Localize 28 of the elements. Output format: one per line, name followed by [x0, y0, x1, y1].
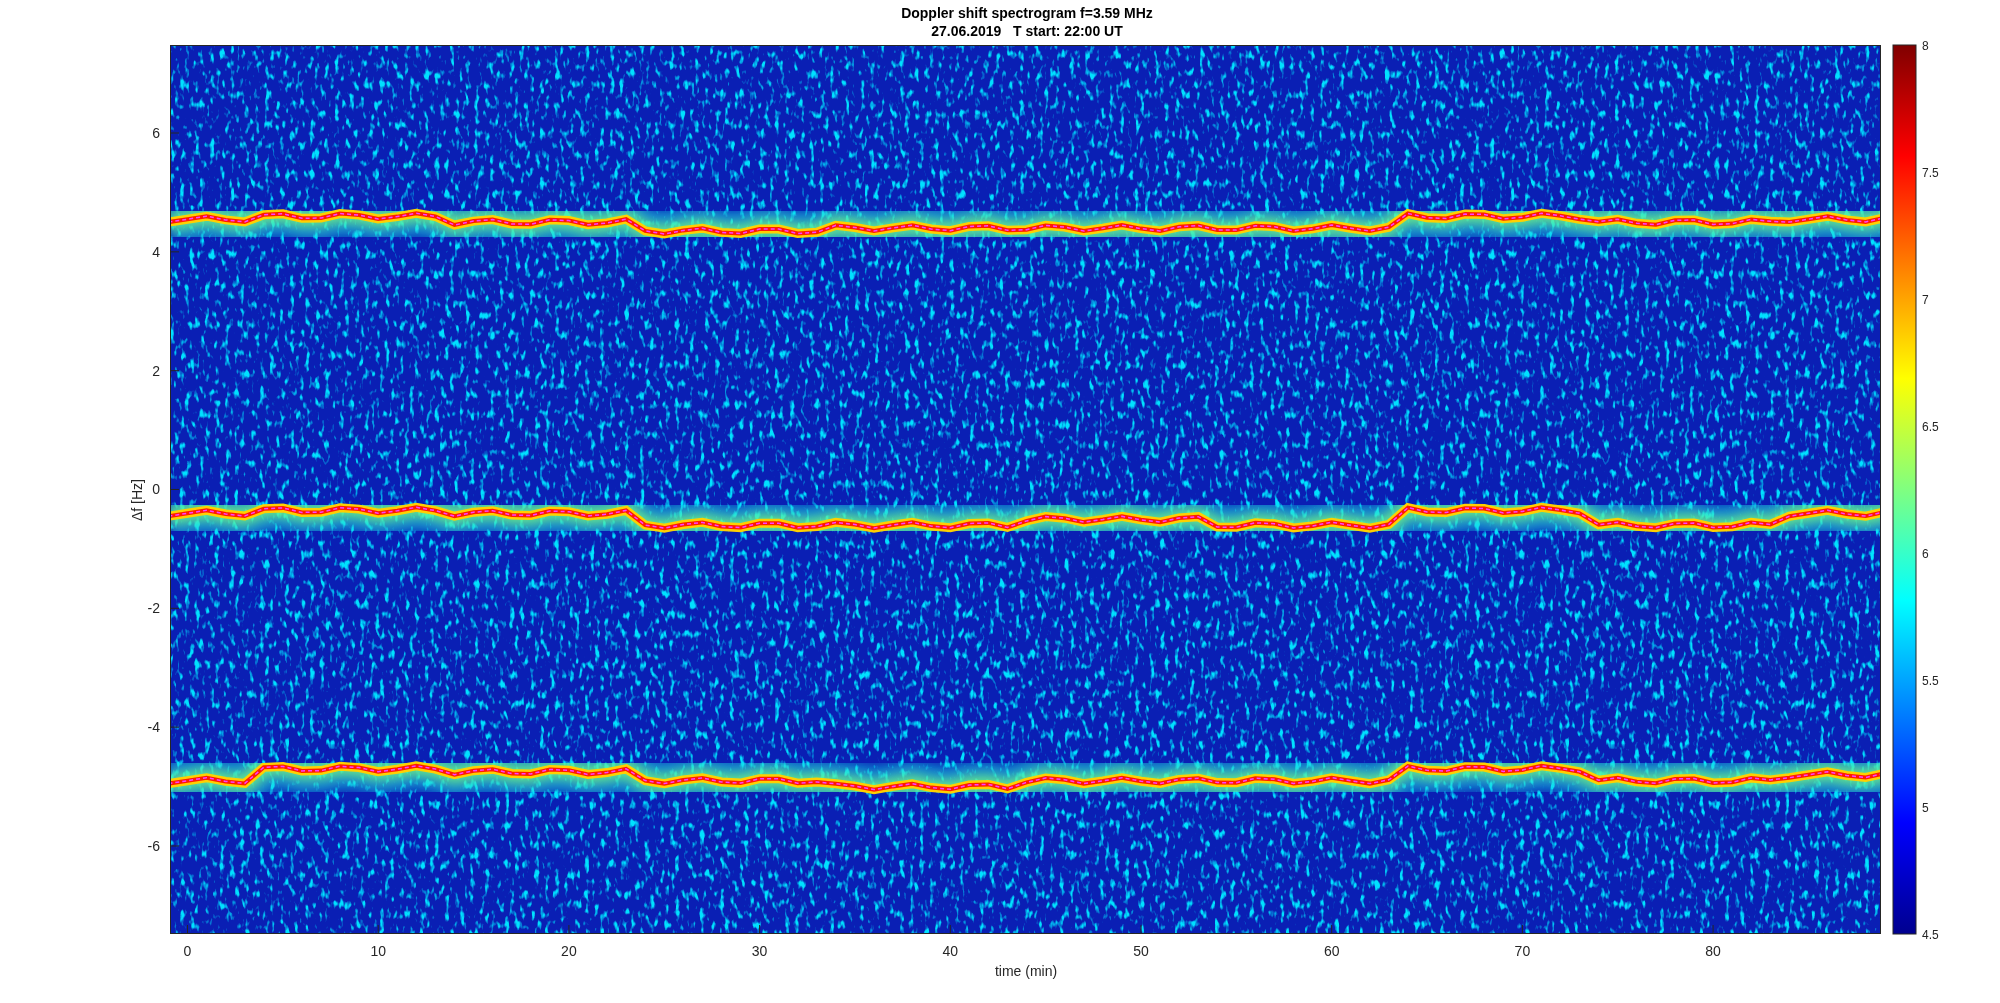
colorbar-tick-label: 7.5 [1922, 166, 1939, 180]
axis-tick-label: 6 [152, 125, 160, 141]
axis-tick-label: 2 [152, 362, 160, 379]
axis-tick-label: -4 [147, 719, 160, 736]
axis-tick-label: -6 [147, 838, 160, 854]
axis-tick-label: 80 [1705, 943, 1721, 959]
axis-tick-label: 50 [1133, 943, 1149, 959]
colorbar-tick-label: 5 [1922, 801, 1929, 815]
x-axis-label: time (min) [994, 963, 1058, 979]
axis-tick-label: 0 [183, 943, 192, 959]
colorbar-tick-label: 6.5 [1922, 420, 1939, 434]
colorbar-tick-label: 8 [1922, 39, 1929, 53]
chart-title: Doppler shift spectrogram f=3.59 MHz [901, 5, 1153, 21]
axis-tick-label: 10 [370, 943, 386, 959]
axis-tick-label: 0 [152, 481, 160, 498]
chart-title: 27.06.2019 T start: 22:00 UT [931, 23, 1123, 39]
axis-tick-label: 40 [942, 943, 959, 959]
axis-tick-label: 4 [152, 243, 160, 260]
colorbar-tick-label: 4.5 [1922, 928, 1939, 942]
axis-tick-label: 30 [751, 943, 768, 959]
axis-tick-label: 70 [1514, 943, 1531, 959]
axis-tick-label: 20 [561, 943, 577, 959]
axis-tick-label: 60 [1323, 943, 1340, 959]
axis-tick-label: -2 [147, 600, 160, 617]
colorbar-tick-label: 7 [1922, 293, 1929, 307]
colorbar-tick-label: 6 [1922, 547, 1929, 561]
colorbar-tick-label: 5.5 [1922, 674, 1939, 688]
y-axis-label: Δf [Hz] [129, 479, 145, 521]
